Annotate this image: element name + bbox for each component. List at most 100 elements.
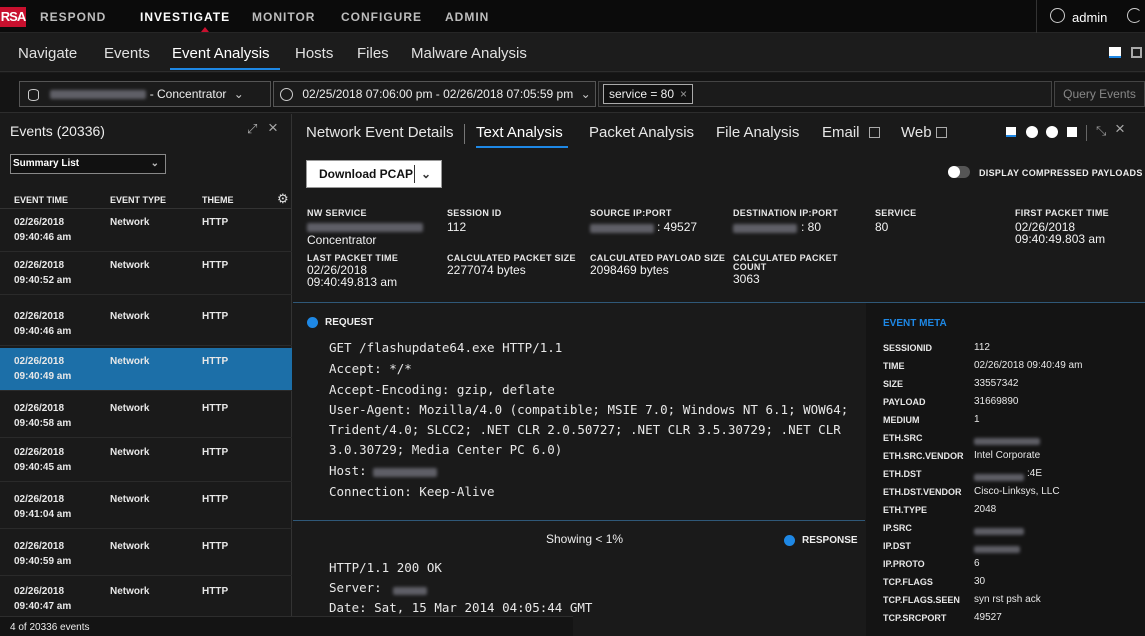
- user-name[interactable]: admin: [1072, 10, 1107, 25]
- redacted-value[interactable]: [974, 542, 1022, 554]
- external-link-icon[interactable]: [936, 127, 947, 138]
- row-theme: HTTP: [202, 403, 229, 414]
- row-time: 09:40:52 am: [14, 275, 72, 286]
- calc-packet-count-label-2: COUNT: [733, 262, 767, 272]
- nav-admin[interactable]: ADMIN: [445, 10, 489, 24]
- panel-icon[interactable]: [1067, 127, 1077, 137]
- chevron-down-icon: ⌄: [150, 158, 159, 169]
- close-icon[interactable]: ×: [680, 87, 687, 101]
- compressed-payloads-toggle[interactable]: [948, 166, 970, 178]
- nav-monitor[interactable]: MONITOR: [252, 10, 315, 24]
- divider: [293, 520, 865, 521]
- redacted-value[interactable]: [974, 524, 1026, 536]
- subnav-navigate[interactable]: Navigate: [18, 45, 77, 62]
- layout-panel-icon[interactable]: [1109, 47, 1121, 58]
- view-select[interactable]: Summary List ⌄: [10, 154, 166, 174]
- meta-value[interactable]: 30: [974, 576, 985, 587]
- layout-split-icon[interactable]: [1131, 47, 1142, 58]
- tab-text-analysis[interactable]: Text Analysis: [476, 124, 563, 141]
- calc-payload-size-value: 2098469 bytes: [590, 263, 669, 277]
- nav-configure[interactable]: CONFIGURE: [341, 10, 422, 24]
- redacted-value[interactable]: [974, 434, 1042, 446]
- table-row[interactable]: 02/26/2018 09:40:59 am Network HTTP: [0, 533, 292, 576]
- nav-investigate[interactable]: INVESTIGATE: [140, 10, 230, 24]
- subnav-active-underline: [170, 68, 280, 70]
- chevron-down-icon[interactable]: ⌄: [421, 161, 431, 187]
- collapse-icon[interactable]: ⤡: [1096, 123, 1106, 139]
- tab-web[interactable]: Web: [901, 124, 932, 141]
- row-date: 02/26/2018: [14, 541, 65, 552]
- query-input[interactable]: service = 80 ×: [598, 81, 1052, 107]
- meta-value[interactable]: 2048: [974, 504, 996, 515]
- tab-network-event-details[interactable]: Network Event Details: [306, 124, 454, 141]
- row-time: 09:40:45 am: [14, 462, 72, 473]
- row-theme: HTTP: [202, 356, 229, 367]
- table-row[interactable]: 02/26/2018 09:40:58 am Network HTTP: [0, 395, 292, 438]
- expand-icon[interactable]: ⤢: [247, 121, 257, 137]
- table-row[interactable]: 02/26/2018 09:40:45 am Network HTTP: [0, 439, 292, 482]
- tab-email[interactable]: Email: [822, 124, 860, 141]
- meta-key: IP.SRC: [883, 523, 912, 533]
- row-type: Network: [110, 311, 150, 322]
- query-bar: - Concentrator ⌄ 02/25/2018 07:06:00 pm …: [0, 73, 1145, 113]
- meta-value[interactable]: 112: [974, 342, 990, 353]
- request-line: Connection: Keep-Alive: [329, 484, 495, 499]
- table-row[interactable]: 02/26/2018 09:41:04 am Network HTTP: [0, 486, 292, 529]
- external-link-icon[interactable]: [869, 127, 880, 138]
- service-selector[interactable]: - Concentrator ⌄: [19, 81, 271, 107]
- meta-value[interactable]: 33557342: [974, 378, 1019, 389]
- meta-value[interactable]: Cisco-Linksys, LLC: [974, 486, 1060, 497]
- view-toggle-icon[interactable]: [1006, 127, 1016, 137]
- time-range-selector[interactable]: 02/25/2018 07:06:00 pm - 02/26/2018 07:0…: [273, 81, 596, 107]
- subnav-files[interactable]: Files: [357, 45, 389, 62]
- meta-value[interactable]: 31669890: [974, 396, 1019, 407]
- meta-key: MEDIUM: [883, 415, 920, 425]
- tab-packet-analysis[interactable]: Packet Analysis: [589, 124, 694, 141]
- subnav-hosts[interactable]: Hosts: [295, 45, 333, 62]
- meta-value[interactable]: 02/26/2018 09:40:49 am: [974, 360, 1082, 371]
- col-event-time[interactable]: EVENT TIME: [14, 195, 68, 205]
- row-time: 09:40:47 am: [14, 601, 72, 612]
- row-theme: HTTP: [202, 217, 229, 228]
- table-row[interactable]: 02/26/2018 09:40:47 am Network HTTP: [0, 578, 292, 621]
- destination-port-value: : 80: [801, 220, 822, 234]
- gear-icon[interactable]: ⚙: [277, 191, 289, 207]
- divider: [414, 165, 415, 183]
- calc-packet-size-value: 2277074 bytes: [447, 263, 526, 277]
- tab-file-analysis[interactable]: File Analysis: [716, 124, 799, 141]
- table-row-selected[interactable]: 02/26/2018 09:40:49 am Network HTTP: [0, 348, 292, 391]
- table-row[interactable]: 02/26/2018 09:40:46 am Network HTTP: [0, 303, 292, 346]
- meta-value[interactable]: 1: [974, 414, 980, 425]
- close-icon[interactable]: ×: [1115, 119, 1125, 139]
- table-row[interactable]: 02/26/2018 09:40:46 am Network HTTP: [0, 209, 292, 252]
- subnav-malware-analysis[interactable]: Malware Analysis: [411, 45, 527, 62]
- row-date: 02/26/2018: [14, 356, 65, 367]
- close-icon[interactable]: ×: [268, 118, 278, 138]
- redacted-value: [590, 221, 656, 234]
- source-ip-label: SOURCE IP:PORT: [590, 208, 672, 218]
- help-icon[interactable]: [1127, 8, 1142, 23]
- query-events-button[interactable]: Query Events: [1054, 81, 1145, 107]
- meta-key: TCP.FLAGS.SEEN: [883, 595, 960, 605]
- previous-icon[interactable]: [1046, 126, 1058, 138]
- meta-value[interactable]: syn rst psh ack: [974, 594, 1041, 605]
- events-count: 4 of 20336 events: [10, 622, 90, 633]
- next-icon[interactable]: [1026, 126, 1038, 138]
- user-icon[interactable]: [1050, 8, 1065, 23]
- filter-pill[interactable]: service = 80 ×: [603, 84, 694, 104]
- nav-respond[interactable]: RESPOND: [40, 10, 106, 24]
- download-pcap-button[interactable]: Download PCAP ⌄: [306, 160, 442, 188]
- subnav-events[interactable]: Events: [104, 45, 150, 62]
- col-theme[interactable]: THEME: [202, 195, 234, 205]
- request-title: REQUEST: [325, 317, 374, 328]
- col-event-type[interactable]: EVENT TYPE: [110, 195, 166, 205]
- request-line: Accept-Encoding: gzip, deflate: [329, 382, 555, 397]
- meta-value[interactable]: :4E: [1027, 468, 1042, 479]
- meta-value[interactable]: 6: [974, 558, 980, 569]
- meta-value[interactable]: Intel Corporate: [974, 450, 1040, 461]
- table-row[interactable]: 02/26/2018 09:40:52 am Network HTTP: [0, 252, 292, 295]
- row-time: 09:40:49 am: [14, 371, 72, 382]
- subnav-event-analysis[interactable]: Event Analysis: [172, 45, 270, 62]
- meta-value[interactable]: 49527: [974, 612, 1002, 623]
- meta-key: SESSIONID: [883, 343, 933, 353]
